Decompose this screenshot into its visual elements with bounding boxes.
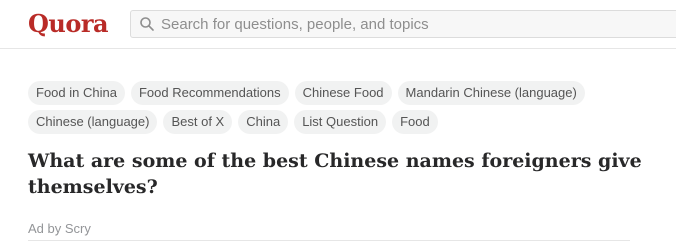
search-input[interactable]: Search for questions, people, and topics	[161, 16, 429, 33]
topic-list-question[interactable]: List Question	[294, 110, 387, 134]
question-title[interactable]: What are some of the best Chinese names …	[28, 148, 648, 200]
topic-chinese-food[interactable]: Chinese Food	[294, 81, 392, 105]
top-header: Quora Search for questions, people, and …	[0, 0, 676, 49]
topic-food-in-china[interactable]: Food in China	[28, 81, 125, 105]
search-box[interactable]: Search for questions, people, and topics	[130, 10, 676, 38]
topic-list: Food in China Food Recommendations Chine…	[28, 81, 648, 139]
topic-food-recommendations[interactable]: Food Recommendations	[130, 81, 289, 105]
topic-chinese-language[interactable]: Chinese (language)	[28, 110, 158, 134]
search-icon	[139, 16, 155, 32]
topic-row-2: Chinese (language) Best of X China List …	[28, 110, 648, 134]
topic-row-1: Food in China Food Recommendations Chine…	[28, 81, 648, 105]
topic-china[interactable]: China	[238, 110, 289, 134]
topic-best-of-x[interactable]: Best of X	[163, 110, 233, 134]
divider	[28, 240, 630, 241]
ad-label: Ad by Scry	[28, 221, 91, 236]
topic-mandarin-chinese[interactable]: Mandarin Chinese (language)	[397, 81, 585, 105]
quora-logo[interactable]: Quora	[28, 9, 109, 38]
topic-food[interactable]: Food	[392, 110, 438, 134]
